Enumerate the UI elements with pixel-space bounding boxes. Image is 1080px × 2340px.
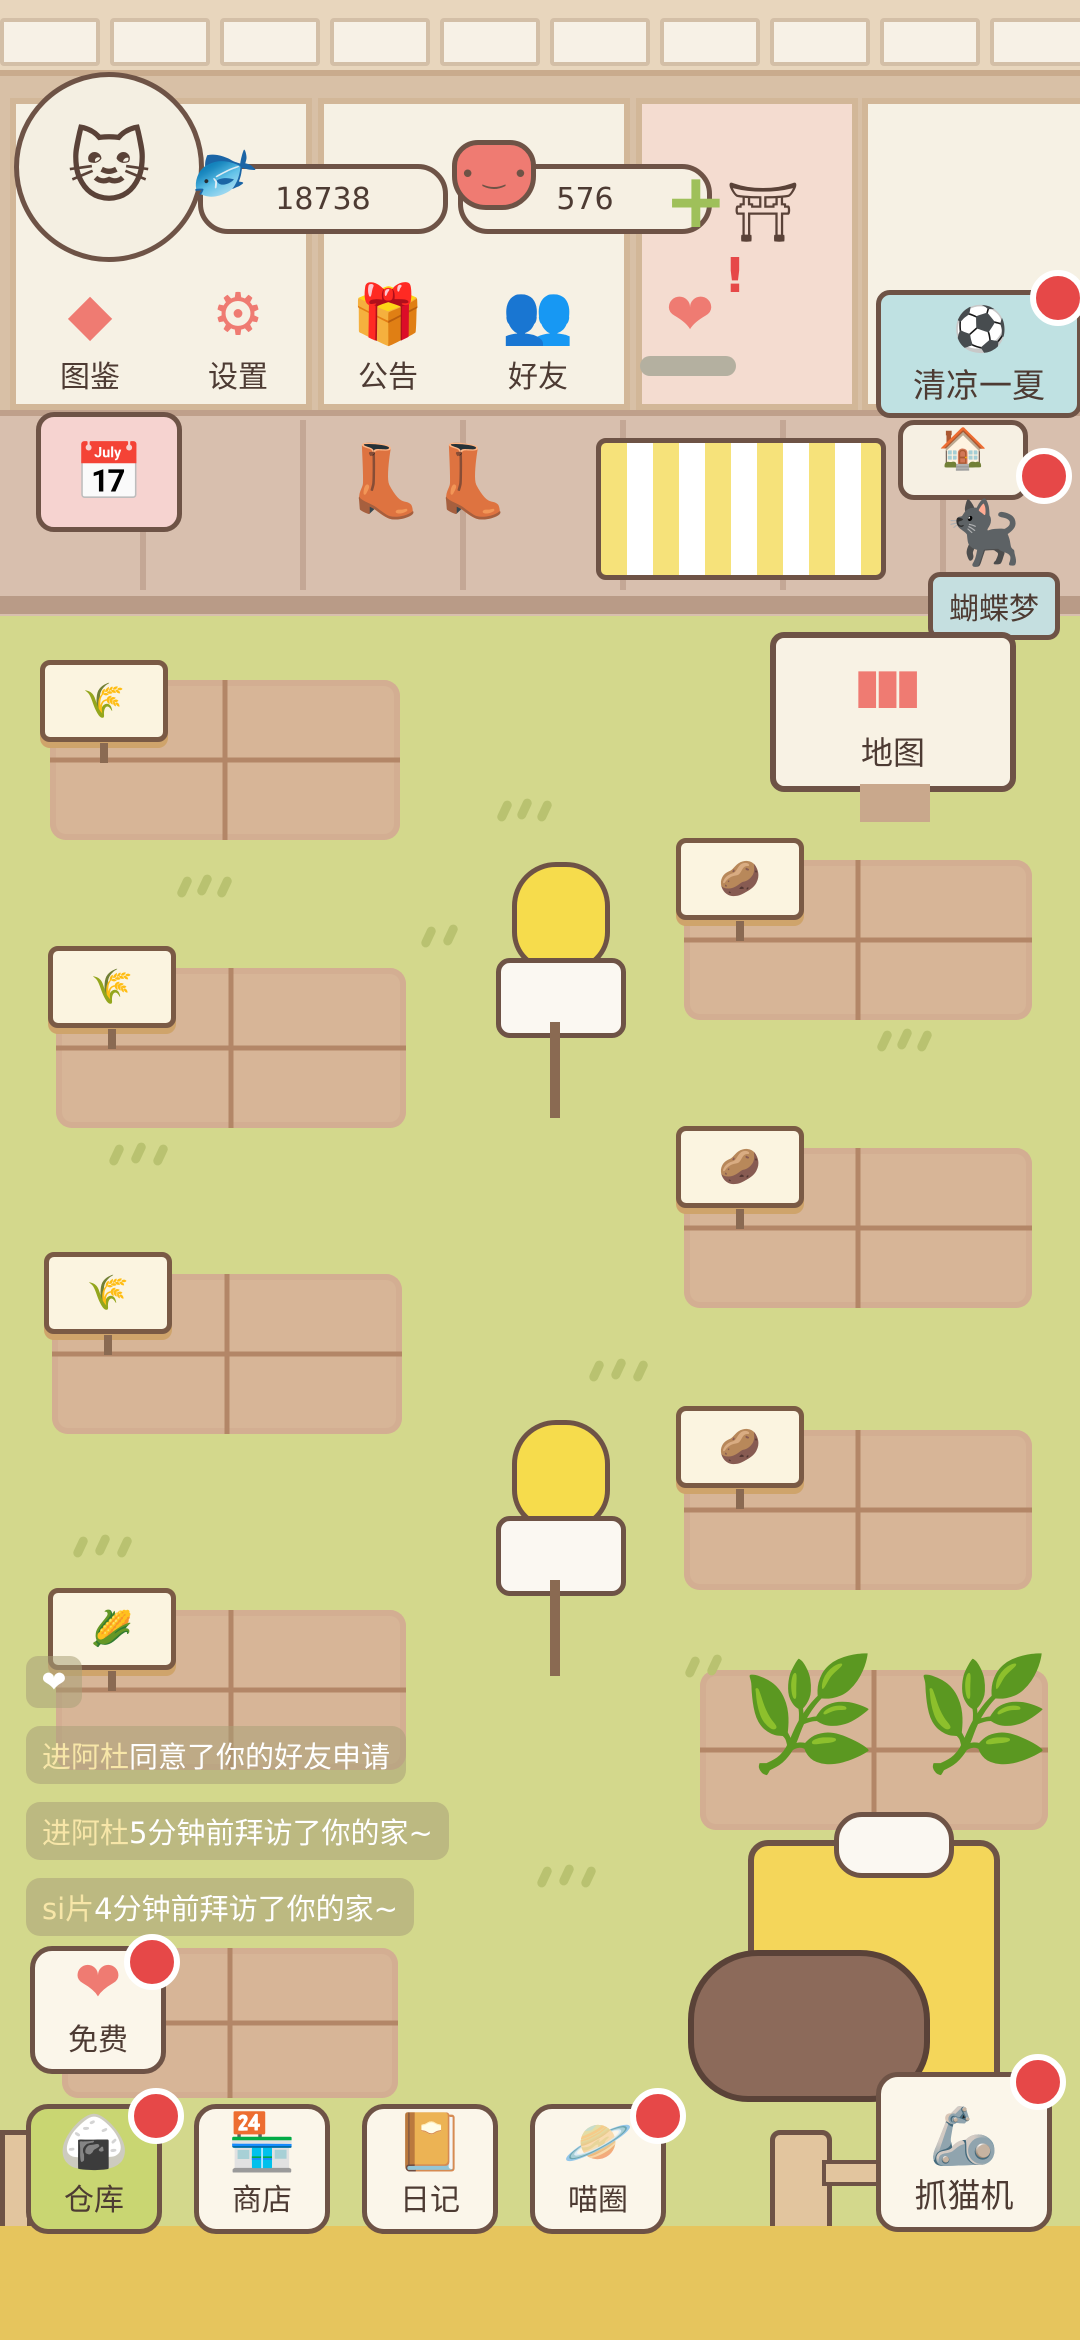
cat-planet-icon: 🪐 — [563, 2110, 633, 2175]
wheat-icon: 🌾 — [82, 681, 126, 721]
gear-icon: ⚙ — [212, 280, 264, 348]
potato-icon: 🥔 — [718, 859, 762, 899]
map-sign[interactable]: ▮▮▮ 地图 — [770, 632, 1016, 792]
nav-diary[interactable]: 📔 日记 — [362, 2104, 498, 2234]
chat-message: 进阿杜 同意了你的好友申请 — [26, 1726, 407, 1784]
shop-icon: 🏪 — [227, 2110, 297, 2175]
warehouse-icon: 🍙 — [59, 2110, 129, 2175]
roof — [0, 0, 1080, 76]
potato-icon: 🥔 — [718, 1147, 762, 1187]
butterfly-dream-event[interactable]: 🐈‍⬛ 蝴蝶梦 — [928, 496, 1060, 640]
wheat-icon: 🌾 — [90, 967, 134, 1007]
fence-icon: ▮▮▮ — [854, 658, 921, 714]
calendar-icon: 📅 — [74, 440, 144, 505]
wheat-icon: 🌾 — [86, 1273, 130, 1313]
hearts-icon: ❤ — [665, 280, 715, 348]
fish-count: 18738 — [275, 181, 371, 217]
announcement-button[interactable]: 🎁 公告 — [328, 280, 448, 410]
chat-message: si片 4分钟前拜访了你的家~ — [26, 1878, 414, 1936]
potato-sign[interactable]: 🥔 — [676, 838, 804, 941]
cat-head-icon: ◆ — [67, 280, 113, 348]
wheat-sign[interactable]: 🌾 — [44, 1252, 172, 1355]
notification-dot — [128, 2088, 184, 2144]
potato-icon: 🥔 — [718, 1427, 762, 1467]
scarecrow[interactable] — [476, 862, 636, 1122]
corn-icon: 🌽 — [90, 1609, 134, 1649]
deck-edge — [0, 596, 1080, 614]
cat-king-icon: 🐈‍⬛ — [944, 496, 1022, 569]
add-hearts-icon[interactable]: + — [664, 163, 728, 239]
gift-icon: 🎁 — [351, 280, 425, 348]
friends-button[interactable]: 👥 好友 — [478, 280, 598, 410]
notification-dot — [1030, 270, 1080, 326]
collection-button[interactable]: ◆ 图鉴 — [30, 280, 150, 410]
striped-mat[interactable] — [596, 438, 886, 580]
heart-icon: ❤ — [74, 1950, 122, 2015]
notification-dot — [630, 2088, 686, 2144]
settings-button[interactable]: ⚙ 设置 — [178, 280, 298, 410]
alert-icon: ! — [724, 248, 746, 304]
sprout-icon[interactable]: 🌿 — [740, 1650, 877, 1779]
heart-icon: • ‿ • — [452, 140, 536, 210]
boots-icon: 👢👢 — [340, 440, 515, 522]
chat-toggle-icon[interactable]: ❤ — [26, 1656, 82, 1708]
cat-house-icon[interactable]: 🏠 — [898, 420, 1028, 500]
potato-sign[interactable]: 🥔 — [676, 1406, 804, 1509]
potato-sign[interactable]: 🥔 — [676, 1126, 804, 1229]
friends-icon: 👥 — [501, 280, 575, 348]
heart-count: 576 — [556, 181, 614, 217]
notification-dot — [124, 1934, 180, 1990]
scarecrow[interactable] — [476, 1420, 636, 1680]
wheat-sign[interactable]: 🌾 — [40, 660, 168, 763]
progress-bar — [640, 356, 736, 376]
chat-message: 进阿杜 5分钟前拜访了你的家~ — [26, 1802, 449, 1860]
bone-icon — [834, 1812, 954, 1878]
nav-shop[interactable]: 🏪 商店 — [194, 2104, 330, 2234]
claw-icon: 🦾 — [929, 2104, 999, 2169]
beach-ball-icon: ⚽ — [953, 304, 1008, 355]
ground-strip — [0, 2226, 1080, 2340]
notification-dot — [1010, 2054, 1066, 2110]
wheat-sign[interactable]: 🌾 — [48, 946, 176, 1049]
calendar-button[interactable]: 📅 — [36, 412, 182, 532]
sprout-icon[interactable]: 🌿 — [914, 1650, 1051, 1779]
sign-post — [860, 784, 930, 822]
diary-icon: 📔 — [395, 2110, 465, 2175]
